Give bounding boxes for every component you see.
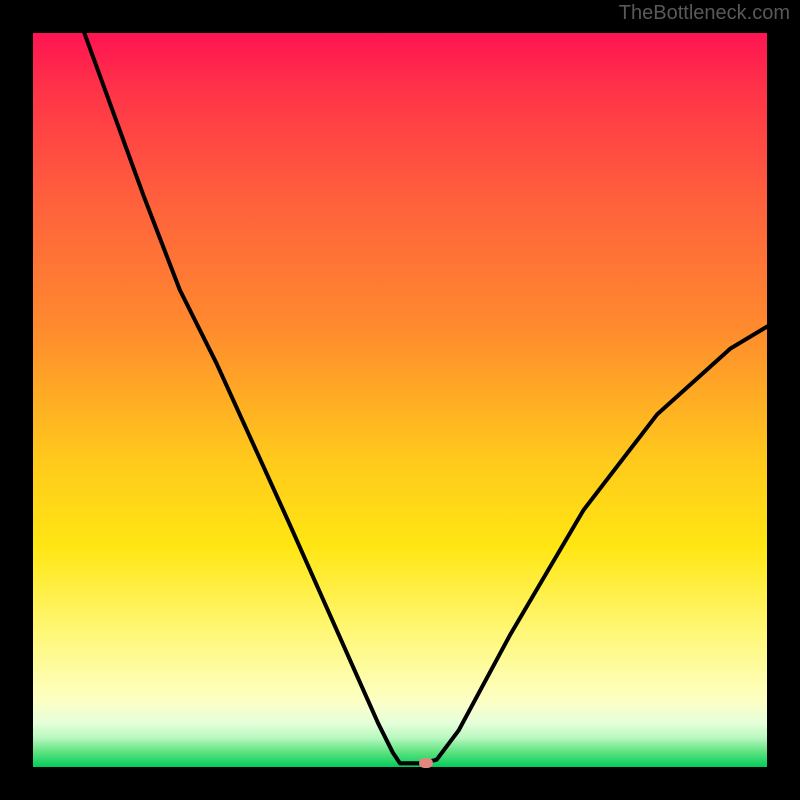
minimum-marker [419,758,433,768]
plot-area [33,33,767,767]
watermark-text: TheBottleneck.com [619,2,790,25]
bottleneck-curve [33,33,767,767]
